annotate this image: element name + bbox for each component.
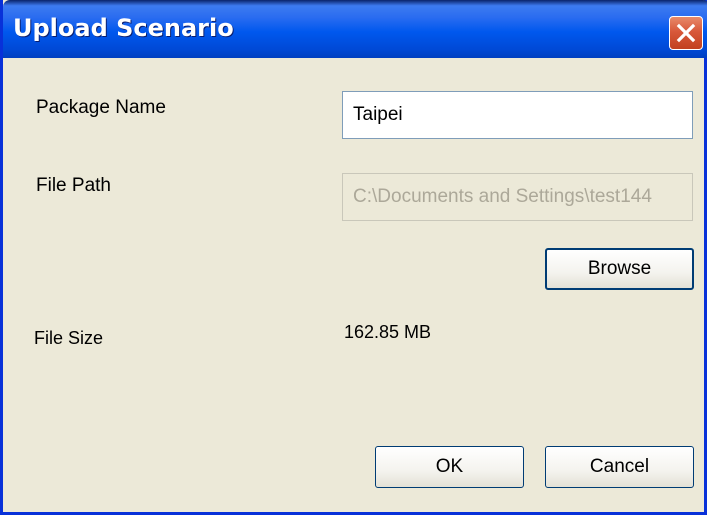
package-name-label: Package Name	[36, 97, 166, 118]
file-size-value: 162.85 MB	[344, 322, 432, 342]
cancel-button[interactable]: Cancel	[545, 446, 694, 488]
close-icon	[676, 23, 696, 43]
ok-button[interactable]: OK	[375, 446, 524, 488]
upload-scenario-dialog: Upload Scenario Package Name Taipei File…	[0, 0, 707, 515]
file-path-label: File Path	[36, 175, 111, 196]
title-bar[interactable]: Upload Scenario	[3, 0, 707, 58]
dialog-title: Upload Scenario	[13, 14, 234, 42]
close-button[interactable]	[669, 16, 703, 50]
file-path-field: C:\Documents and Settings\test144	[342, 173, 693, 221]
package-name-field[interactable]: Taipei	[342, 91, 693, 139]
file-size-label: File Size	[34, 328, 104, 348]
browse-button[interactable]: Browse	[545, 248, 694, 290]
